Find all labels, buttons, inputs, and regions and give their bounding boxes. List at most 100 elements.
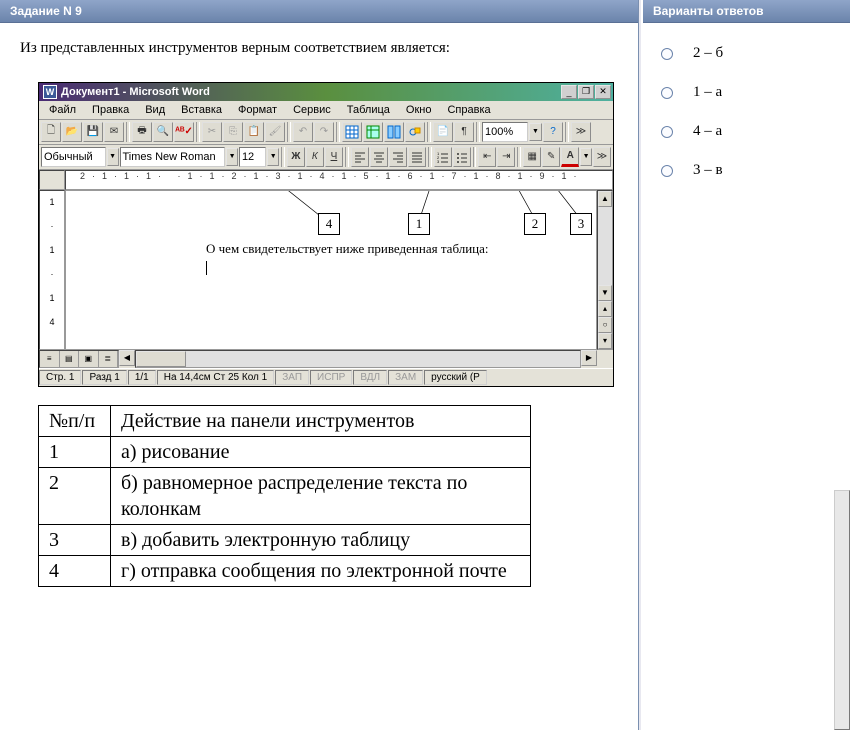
more-formatting-icon[interactable]: ≫ bbox=[593, 147, 611, 167]
menu-help[interactable]: Справка bbox=[441, 103, 496, 117]
ruler-corner bbox=[39, 170, 65, 190]
answer-label: 1 – а bbox=[693, 84, 722, 101]
print-preview-icon[interactable]: 🔍 bbox=[153, 122, 173, 142]
drawing-icon[interactable] bbox=[405, 122, 425, 142]
font-size-dropdown-arrow[interactable]: ▼ bbox=[267, 148, 279, 166]
prev-page-icon[interactable]: ▴ bbox=[598, 301, 612, 317]
radio-icon[interactable] bbox=[661, 48, 673, 60]
table-row: 3 в) добавить электронную таблицу bbox=[39, 524, 531, 555]
answer-option[interactable]: 2 – б bbox=[661, 45, 832, 62]
browse-object-icon[interactable]: ○ bbox=[598, 317, 612, 333]
print-icon[interactable]: 🖶 bbox=[132, 122, 152, 142]
answer-option[interactable]: 4 – а bbox=[661, 123, 832, 140]
doc-map-icon[interactable]: 📄 bbox=[433, 122, 453, 142]
bold-icon[interactable]: Ж bbox=[287, 147, 305, 167]
font-color-icon[interactable]: A bbox=[561, 147, 579, 167]
radio-icon[interactable] bbox=[661, 165, 673, 177]
answer-option[interactable]: 1 – а bbox=[661, 84, 832, 101]
answer-option[interactable]: 3 – в bbox=[661, 162, 832, 179]
font-color-dropdown-arrow[interactable]: ▼ bbox=[580, 148, 592, 166]
more-buttons-icon[interactable]: ≫ bbox=[571, 122, 591, 142]
menu-tools[interactable]: Сервис bbox=[287, 103, 337, 117]
word-app-icon: W bbox=[43, 85, 57, 99]
normal-view-icon[interactable]: ≡ bbox=[40, 351, 60, 367]
actions-table: №п/п Действие на панели инструментов 1 а… bbox=[38, 405, 531, 587]
font-dropdown-arrow[interactable]: ▼ bbox=[226, 148, 238, 166]
web-view-icon[interactable]: ▤ bbox=[60, 351, 80, 367]
open-icon[interactable]: 📂 bbox=[62, 122, 82, 142]
style-dropdown[interactable]: Обычный bbox=[41, 147, 106, 167]
menu-format[interactable]: Формат bbox=[232, 103, 283, 117]
page-scrollbar[interactable] bbox=[834, 490, 850, 730]
align-left-icon[interactable] bbox=[351, 147, 369, 167]
answer-label: 2 – б bbox=[693, 45, 723, 62]
status-language: русский (Р bbox=[424, 370, 487, 385]
increase-indent-icon[interactable]: ⇥ bbox=[497, 147, 515, 167]
vertical-scrollbar[interactable]: ▲ ▼ ▴ ○ ▾ bbox=[597, 190, 613, 350]
align-right-icon[interactable] bbox=[389, 147, 407, 167]
horizontal-scrollbar[interactable] bbox=[135, 350, 581, 368]
menu-insert[interactable]: Вставка bbox=[175, 103, 228, 117]
scroll-left-icon[interactable]: ◀ bbox=[119, 350, 135, 366]
status-bar: Стр. 1 Разд 1 1/1 На 14,4см Ст 25 Кол 1 … bbox=[39, 368, 613, 386]
borders-icon[interactable]: ▦ bbox=[523, 147, 541, 167]
align-justify-icon[interactable] bbox=[408, 147, 426, 167]
radio-icon[interactable] bbox=[661, 126, 673, 138]
answers-header: Варианты ответов bbox=[643, 0, 850, 23]
radio-icon[interactable] bbox=[661, 87, 673, 99]
font-size-dropdown[interactable]: 12 bbox=[239, 147, 266, 167]
insert-table-icon[interactable] bbox=[342, 122, 362, 142]
close-button[interactable]: ✕ bbox=[595, 85, 611, 99]
next-page-icon[interactable]: ▾ bbox=[598, 333, 612, 349]
cut-icon[interactable]: ✂ bbox=[202, 122, 222, 142]
menu-table[interactable]: Таблица bbox=[341, 103, 396, 117]
style-dropdown-arrow[interactable]: ▼ bbox=[107, 148, 119, 166]
paragraph-marks-icon[interactable]: ¶ bbox=[454, 122, 474, 142]
menu-view[interactable]: Вид bbox=[139, 103, 171, 117]
copy-icon[interactable]: ⎘ bbox=[223, 122, 243, 142]
callout-3: 3 bbox=[570, 213, 592, 235]
new-doc-icon[interactable]: 🗋 bbox=[41, 122, 61, 142]
print-layout-icon[interactable]: ▣ bbox=[79, 351, 99, 367]
numbering-icon[interactable]: 123 bbox=[434, 147, 452, 167]
restore-button[interactable]: ❐ bbox=[578, 85, 594, 99]
vertical-ruler[interactable]: 1 · 1 · 1 4 bbox=[39, 190, 65, 350]
paste-icon[interactable]: 📋 bbox=[244, 122, 264, 142]
save-icon[interactable]: 💾 bbox=[83, 122, 103, 142]
help-icon[interactable]: ? bbox=[543, 122, 563, 142]
row-action: а) рисование bbox=[111, 436, 531, 467]
table-header-row: №п/п Действие на панели инструментов bbox=[39, 405, 531, 436]
align-center-icon[interactable] bbox=[370, 147, 388, 167]
standard-toolbar: 🗋 📂 💾 ✉ 🖶 🔍 ᴬᴮ✓ ✂ ⎘ 📋 🖌 ↶ ↷ bbox=[39, 120, 613, 145]
decrease-indent-icon[interactable]: ⇤ bbox=[478, 147, 496, 167]
underline-icon[interactable]: Ч bbox=[325, 147, 343, 167]
highlight-icon[interactable]: ✎ bbox=[542, 147, 560, 167]
row-action: г) отправка сообщения по электронной поч… bbox=[111, 555, 531, 586]
minimize-button[interactable]: _ bbox=[561, 85, 577, 99]
menu-window[interactable]: Окно bbox=[400, 103, 438, 117]
mail-icon[interactable]: ✉ bbox=[104, 122, 124, 142]
redo-icon[interactable]: ↷ bbox=[314, 122, 334, 142]
menu-edit[interactable]: Правка bbox=[86, 103, 135, 117]
scroll-down-icon[interactable]: ▼ bbox=[598, 285, 612, 301]
scroll-right-icon[interactable]: ▶ bbox=[581, 350, 597, 366]
outline-view-icon[interactable]: ≣ bbox=[99, 351, 119, 367]
menu-file[interactable]: Файл bbox=[43, 103, 82, 117]
zoom-dropdown[interactable]: 100% bbox=[482, 122, 528, 142]
bullets-icon[interactable] bbox=[453, 147, 471, 167]
undo-icon[interactable]: ↶ bbox=[293, 122, 313, 142]
status-rec: ЗАП bbox=[275, 370, 309, 385]
scroll-thumb[interactable] bbox=[136, 351, 186, 367]
v-ruler-mark: · bbox=[51, 269, 54, 279]
callout-2: 2 bbox=[524, 213, 546, 235]
columns-icon[interactable] bbox=[384, 122, 404, 142]
document-page[interactable]: 4 1 2 3 О чем свидетельствует ниже приве… bbox=[65, 190, 597, 350]
scroll-up-icon[interactable]: ▲ bbox=[598, 191, 612, 207]
italic-icon[interactable]: К bbox=[306, 147, 324, 167]
insert-excel-icon[interactable] bbox=[363, 122, 383, 142]
spelling-icon[interactable]: ᴬᴮ✓ bbox=[174, 122, 194, 142]
horizontal-ruler[interactable]: 2·1·1·1· ·1·1·2·1·3·1·4·1·5·1·6·1·7·1·8·… bbox=[65, 170, 613, 190]
font-dropdown[interactable]: Times New Roman bbox=[120, 147, 226, 167]
zoom-dropdown-arrow[interactable]: ▼ bbox=[529, 123, 542, 141]
format-painter-icon[interactable]: 🖌 bbox=[265, 122, 285, 142]
